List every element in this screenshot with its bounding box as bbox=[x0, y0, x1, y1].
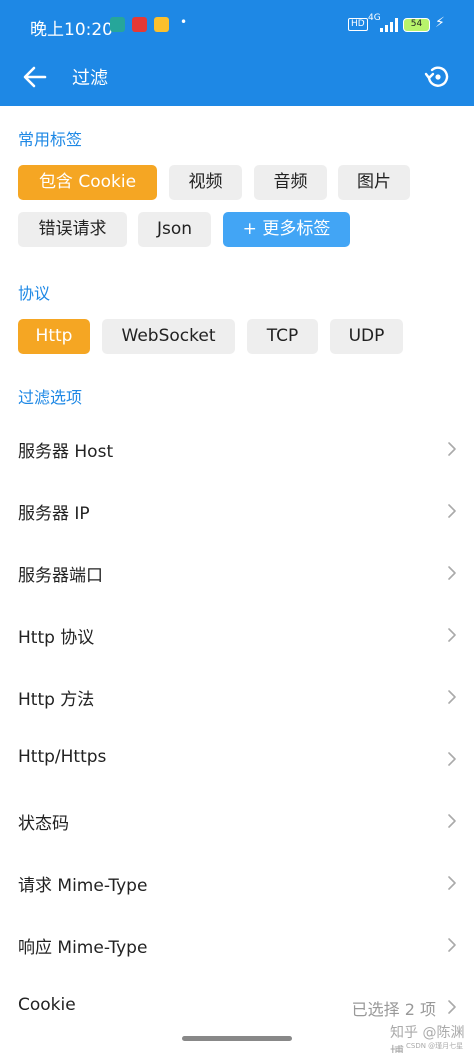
chip-websocket[interactable]: WebSocket bbox=[102, 319, 235, 354]
chevron-right-icon bbox=[446, 564, 458, 582]
filter-row-value: 已选择 2 项 bbox=[351, 1000, 436, 1019]
chevron-right-icon bbox=[446, 688, 458, 706]
filter-row-label: Http/Https bbox=[18, 747, 107, 767]
filter-row-label: 服务器 Host bbox=[18, 442, 114, 462]
more-tags-label: 更多标签 bbox=[262, 219, 331, 239]
status-bar: 晚上10:20 • HD 4G 54 ⚡ bbox=[0, 0, 474, 50]
app-bar: 过滤 bbox=[0, 50, 474, 106]
filter-row-request-mime-type[interactable]: 请求 Mime-Type bbox=[0, 852, 474, 914]
chip-json[interactable]: Json bbox=[138, 212, 211, 247]
filter-row-http-https[interactable]: Http/Https bbox=[0, 728, 474, 790]
status-time: 晚上10:20 bbox=[30, 20, 113, 40]
red-app-icon bbox=[132, 17, 147, 32]
filter-row-label: 服务器 IP bbox=[18, 504, 90, 524]
filter-row-response-mime-type[interactable]: 响应 Mime-Type bbox=[0, 914, 474, 976]
chip-video[interactable]: 视频 bbox=[169, 165, 242, 200]
arrow-back-icon[interactable] bbox=[20, 62, 50, 92]
chevron-right-icon bbox=[446, 812, 458, 830]
gesture-nav-bar[interactable] bbox=[182, 1036, 292, 1041]
filter-row-http-method[interactable]: Http 方法 bbox=[0, 666, 474, 728]
filter-row-server-host[interactable]: 服务器 Host bbox=[0, 418, 474, 480]
more-tags-button[interactable]: + 更多标签 bbox=[223, 212, 350, 247]
chevron-right-icon bbox=[446, 440, 458, 458]
filter-row-label: Http 协议 bbox=[18, 628, 95, 648]
chevron-right-icon bbox=[446, 998, 458, 1016]
chip-udp[interactable]: UDP bbox=[330, 319, 403, 354]
chip-http[interactable]: Http bbox=[18, 319, 90, 354]
chevron-right-icon bbox=[446, 502, 458, 520]
chip-tcp[interactable]: TCP bbox=[247, 319, 318, 354]
section-title-filter-options: 过滤选项 bbox=[18, 388, 83, 407]
charging-icon: ⚡ bbox=[435, 15, 445, 31]
message-app-icon bbox=[154, 17, 169, 32]
chip-audio[interactable]: 音频 bbox=[254, 165, 327, 200]
restore-icon[interactable] bbox=[422, 61, 454, 93]
network-type: 4G bbox=[368, 13, 381, 23]
filter-row-label: Http 方法 bbox=[18, 690, 95, 710]
signal-icon bbox=[380, 18, 398, 32]
section-title-protocol: 协议 bbox=[18, 284, 51, 303]
filter-row-label: 状态码 bbox=[18, 814, 69, 834]
chip-contains-cookie[interactable]: 包含 Cookie bbox=[18, 165, 157, 200]
section-title-common-tags: 常用标签 bbox=[18, 130, 83, 149]
status-dot: • bbox=[180, 15, 188, 29]
filter-row-label: 服务器端口 bbox=[18, 566, 103, 586]
filter-row-http-protocol[interactable]: Http 协议 bbox=[0, 604, 474, 666]
chevron-right-icon bbox=[446, 750, 458, 768]
plus-icon: + bbox=[242, 219, 257, 239]
filter-row-status-code[interactable]: 状态码 bbox=[0, 790, 474, 852]
page-title: 过滤 bbox=[72, 68, 108, 89]
chip-image[interactable]: 图片 bbox=[338, 165, 410, 200]
shield-app-icon bbox=[110, 17, 125, 32]
filter-row-label: 响应 Mime-Type bbox=[18, 938, 148, 958]
chevron-right-icon bbox=[446, 936, 458, 954]
battery-icon: 54 bbox=[403, 18, 430, 32]
hd-icon: HD bbox=[348, 18, 368, 31]
watermark-sub: CSDN @瑾月七星 bbox=[406, 1042, 464, 1050]
chevron-right-icon bbox=[446, 874, 458, 892]
filter-row-server-ip[interactable]: 服务器 IP bbox=[0, 480, 474, 542]
chip-error-request[interactable]: 错误请求 bbox=[18, 212, 127, 247]
chevron-right-icon bbox=[446, 626, 458, 644]
filter-row-label: 请求 Mime-Type bbox=[18, 876, 148, 896]
filter-row-server-port[interactable]: 服务器端口 bbox=[0, 542, 474, 604]
filter-row-label: Cookie bbox=[18, 995, 76, 1015]
